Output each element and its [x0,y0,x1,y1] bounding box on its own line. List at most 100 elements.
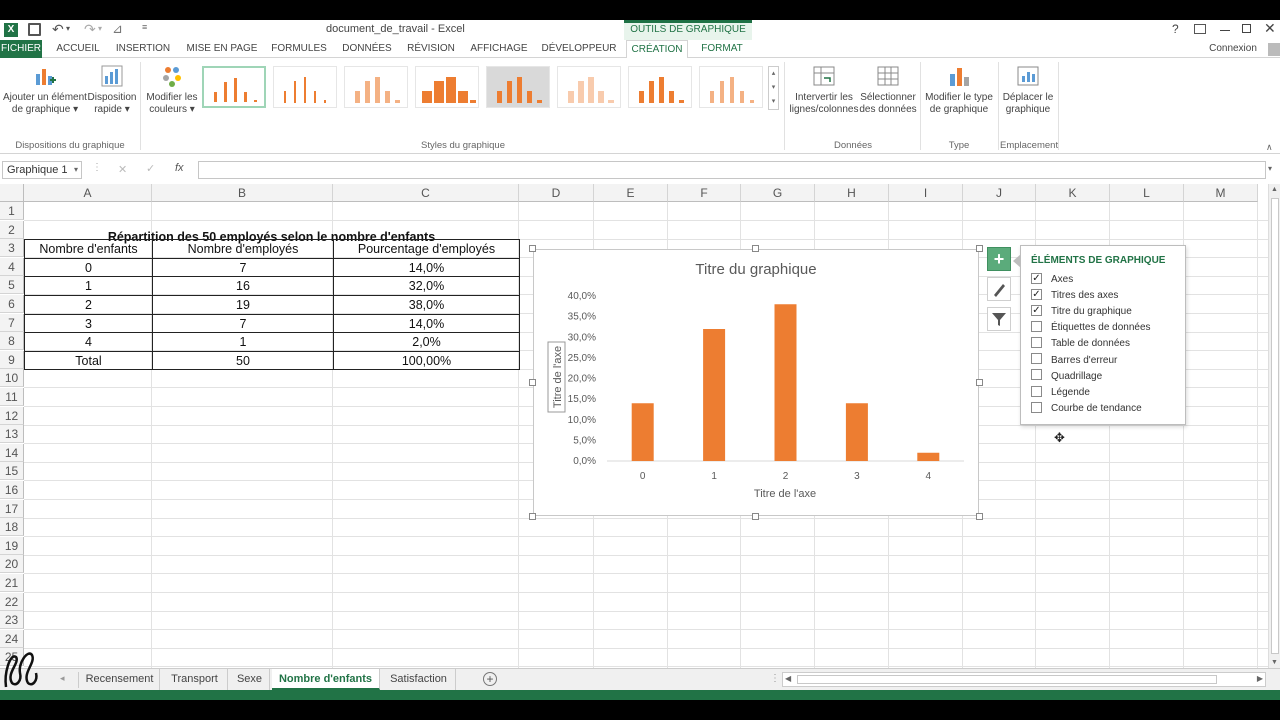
tab-bar-divider-icon[interactable]: ⋮ [770,673,780,684]
checkbox-icon[interactable] [1031,321,1042,333]
x-axis-title[interactable]: Titre de l'axe [754,488,816,500]
table-cell[interactable]: 2 [24,295,153,315]
connexion-link[interactable]: Connexion [1206,40,1260,58]
column-header-F[interactable]: F [668,184,741,202]
scroll-down-icon[interactable]: ▼ [1271,659,1278,666]
table-cell[interactable]: 3 [24,313,153,334]
table-cell[interactable]: 7 [152,257,334,278]
row-header-13[interactable]: 13 [0,425,24,444]
chart-elements-button[interactable]: + [987,247,1011,271]
tab-fichier[interactable]: FICHIER [0,40,42,58]
expand-formula-icon[interactable]: ▾ [1268,164,1272,173]
row-header-19[interactable]: 19 [0,536,24,555]
chart-element-option[interactable]: Quadrillage [1031,369,1102,384]
column-header-H[interactable]: H [815,184,889,202]
checkbox-icon[interactable] [1031,401,1042,413]
ribbon-display-icon[interactable] [1194,24,1206,34]
table-cell[interactable]: Nombre d'enfants [24,239,153,259]
row-header-12[interactable]: 12 [0,406,24,425]
switch-row-column-button[interactable]: Intervertir les lignes/colonnes [788,64,860,116]
x-tick-label[interactable]: 2 [783,471,789,482]
chart-title[interactable]: Titre du graphique [695,261,816,278]
move-chart-button[interactable]: Déplacer le graphique [1000,64,1056,116]
enter-icon[interactable]: ✓ [146,162,155,175]
undo-icon[interactable]: ↶ [52,21,64,38]
row-header-8[interactable]: 8 [0,332,24,351]
vertical-scrollbar[interactable]: ▲ ▼ [1268,184,1280,668]
collapse-ribbon-icon[interactable]: ∧ [1266,142,1273,153]
row-header-14[interactable]: 14 [0,443,24,462]
close-icon[interactable]: ✕ [1264,20,1276,37]
customize-toolbar-icon[interactable]: ≡ [142,22,147,32]
column-header-G[interactable]: G [741,184,815,202]
select-all-corner[interactable] [0,184,24,202]
row-header-22[interactable]: 22 [0,592,24,611]
x-tick-label[interactable]: 4 [926,471,932,482]
chart-resize-handle[interactable] [529,513,536,520]
chart-style-7[interactable] [628,66,692,108]
checkbox-checked-icon[interactable]: ✓ [1031,288,1042,300]
table-cell[interactable]: 0 [24,257,153,278]
row-header-3[interactable]: 3 [0,239,24,258]
name-box-dropdown-icon[interactable]: ▾ [74,162,78,178]
redo-icon[interactable]: ↷ [84,21,96,38]
row-header-15[interactable]: 15 [0,462,24,481]
y-tick-label[interactable]: 30,0% [568,332,596,343]
gallery-scroll[interactable]: ▴ ▾ ▾ [768,66,779,110]
chart-element-option[interactable]: ✓ Titres des axes [1031,288,1118,303]
table-cell[interactable]: 7 [152,313,334,334]
column-header-C[interactable]: C [333,184,519,202]
sheet-tab-recensement[interactable]: Recensement [80,669,160,690]
row-header-17[interactable]: 17 [0,499,24,518]
chart-element-option[interactable]: ✓ Titre du graphique [1031,305,1132,319]
tab-format[interactable]: FORMAT [694,40,750,58]
column-header-M[interactable]: M [1184,184,1258,202]
tab-affichage[interactable]: AFFICHAGE [468,40,530,58]
chart-style-3[interactable] [344,66,408,108]
bar-3[interactable] [845,403,868,461]
chart-element-option[interactable]: Légende [1031,385,1090,400]
bar-2[interactable] [774,304,797,461]
checkbox-icon[interactable] [1031,353,1042,365]
hscroll-left-icon[interactable]: ◀ [785,674,791,683]
column-header-K[interactable]: K [1036,184,1110,202]
y-tick-label[interactable]: 15,0% [568,394,596,405]
table-cell[interactable]: 100,00% [333,350,520,371]
row-header-10[interactable]: 10 [0,369,24,388]
chart-resize-handle[interactable] [752,513,759,520]
table-cell[interactable]: 1 [24,276,153,296]
horizontal-scrollbar[interactable]: ◀ ▶ [782,672,1266,687]
column-header-B[interactable]: B [152,184,333,202]
bar-4[interactable] [917,452,940,461]
checkbox-icon[interactable] [1031,337,1042,349]
row-header-18[interactable]: 18 [0,518,24,537]
add-chart-element-button[interactable]: Ajouter un élément de graphique ▾ [2,64,88,116]
chart-element-option[interactable]: Barres d'erreur [1031,353,1117,368]
scroll-thumb[interactable] [1271,198,1279,654]
hscroll-right-icon[interactable]: ▶ [1257,674,1263,683]
row-header-11[interactable]: 11 [0,388,24,406]
chart-resize-handle[interactable] [976,245,983,252]
tab-revision[interactable]: RÉVISION [404,40,458,58]
chart-style-4[interactable] [415,66,479,108]
row-header-5[interactable]: 5 [0,276,24,295]
chart-style-2[interactable] [273,66,337,108]
chart-resize-handle[interactable] [752,245,759,252]
change-colors-button[interactable]: Modifier les couleurs ▾ [144,64,200,116]
insert-function-icon[interactable]: fx [175,162,184,174]
chart-style-1[interactable] [202,66,266,108]
tab-creation[interactable]: CRÉATION [626,40,688,59]
table-cell[interactable]: 19 [152,295,334,315]
chart-style-6[interactable] [557,66,621,108]
table-cell[interactable]: 38,0% [333,295,520,315]
cancel-icon[interactable]: ✕ [118,163,127,176]
chart-filters-button[interactable] [987,307,1011,331]
table-cell[interactable]: 1 [152,332,334,352]
chart-element-option[interactable]: Étiquettes de données [1031,321,1151,335]
row-header-21[interactable]: 21 [0,574,24,592]
checkbox-icon[interactable] [1031,385,1042,397]
chart[interactable]: Titre du graphique 0,0% 5,0% 10,0% 15,0% 20,0… [533,249,979,516]
quick-chart-icon[interactable]: ⊿ [112,21,123,37]
table-cell[interactable]: 14,0% [333,313,520,334]
y-tick-label[interactable]: 0,0% [573,456,596,467]
